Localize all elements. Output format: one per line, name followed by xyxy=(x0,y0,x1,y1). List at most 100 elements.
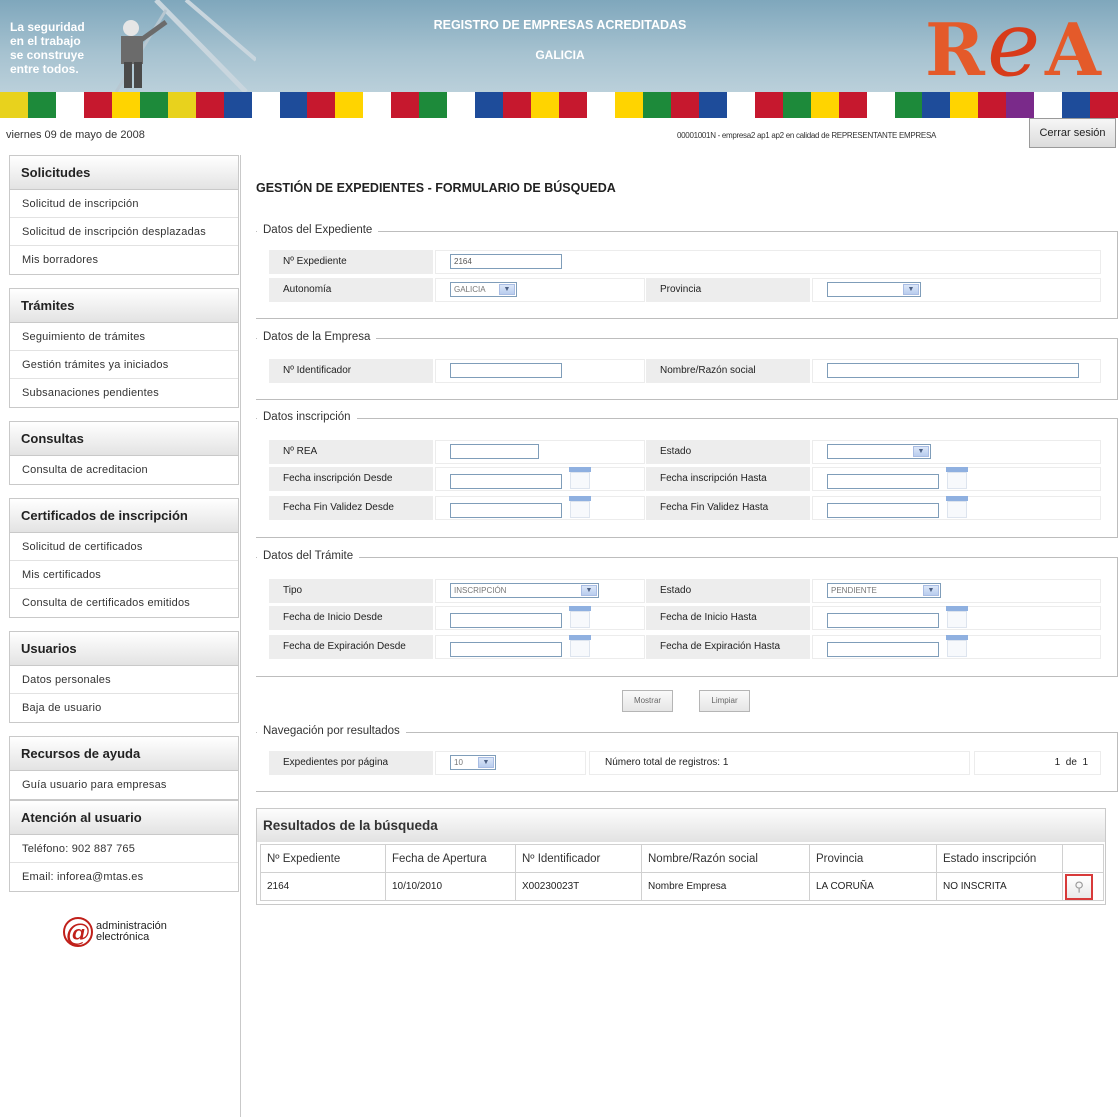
field-label: Fecha de Expiración Desde xyxy=(269,635,433,659)
field-label: Provincia xyxy=(646,278,810,302)
rea-number-input[interactable] xyxy=(450,444,539,459)
select-value: PENDIENTE xyxy=(831,586,877,595)
sidebar-item-consulta-certificados[interactable]: Consulta de certificados emitidos xyxy=(10,589,238,617)
flag-stripe xyxy=(139,92,168,118)
sidebar-item-gestion-tramites[interactable]: Gestión trámites ya iniciados xyxy=(10,351,238,379)
calendar-icon[interactable] xyxy=(569,606,591,628)
menu-header: Recursos de ayuda xyxy=(10,737,238,771)
cell-razon-social: Nombre Empresa xyxy=(641,872,810,901)
cell-identificador: X00230023T xyxy=(515,872,642,901)
menu-header: Consultas xyxy=(10,422,238,456)
chevron-down-icon: ▼ xyxy=(913,446,929,457)
fecha-inicio-hasta-input[interactable] xyxy=(827,613,939,628)
user-info: 00001001N - empresa2 ap1 ap2 en calidad … xyxy=(677,131,937,140)
calendar-icon[interactable] xyxy=(946,467,968,489)
sidebar-item-consulta-acreditacion[interactable]: Consulta de acreditacion xyxy=(10,456,238,484)
cell-expediente: 2164 xyxy=(260,872,386,901)
field-label: Fecha de Inicio Desde xyxy=(269,606,433,630)
identificador-input[interactable] xyxy=(450,363,562,378)
flag-stripe xyxy=(950,92,979,118)
fecha-validez-desde-input[interactable] xyxy=(450,503,562,518)
flag-stripe xyxy=(838,92,867,118)
sidebar-item-guia-usuario[interactable]: Guía usuario para empresas xyxy=(10,771,238,799)
sidebar-item-subsanaciones[interactable]: Subsanaciones pendientes xyxy=(10,379,238,407)
field-label: Estado xyxy=(646,579,810,603)
form-row: Fecha de Expiración Desde Fecha de Expir… xyxy=(269,635,1101,661)
razon-social-input[interactable] xyxy=(827,363,1079,378)
form-row: Expedientes por página 10 ▼ Número total … xyxy=(269,751,1101,777)
calendar-icon[interactable] xyxy=(569,496,591,518)
flag-stripe xyxy=(223,92,252,118)
autonomia-select[interactable]: GALICIA ▼ xyxy=(450,282,517,297)
sidebar-item-solicitud-desplazadas[interactable]: Solicitud de inscripción desplazadas xyxy=(10,218,238,246)
chevron-down-icon: ▼ xyxy=(499,284,515,295)
menu-solicitudes: Solicitudes Solicitud de inscripción Sol… xyxy=(9,155,239,275)
menu-header: Atención al usuario xyxy=(10,801,238,835)
per-page-select[interactable]: 10 ▼ xyxy=(450,755,496,770)
sidebar-item-datos-personales[interactable]: Datos personales xyxy=(10,666,238,694)
fecha-expiracion-hasta-input[interactable] xyxy=(827,642,939,657)
tipo-tramite-select[interactable]: INSCRIPCIÓN ▼ xyxy=(450,583,599,598)
field-label: Estado xyxy=(646,440,810,464)
menu-recursos-ayuda: Recursos de ayuda Guía usuario para empr… xyxy=(9,736,239,800)
results-panel: Resultados de la búsqueda Nº Expediente … xyxy=(256,808,1106,905)
menu-header: Usuarios xyxy=(10,632,238,666)
slogan-line: se construye xyxy=(10,48,85,62)
menu-header: Trámites xyxy=(10,289,238,323)
flag-stripe xyxy=(83,92,112,118)
calendar-icon[interactable] xyxy=(946,606,968,628)
select-value: GALICIA xyxy=(454,285,486,294)
limpiar-button[interactable]: Limpiar xyxy=(699,690,750,712)
form-row: Nº Identificador Nombre/Razón social xyxy=(269,359,1101,385)
fecha-validez-hasta-input[interactable] xyxy=(827,503,939,518)
magnifier-icon[interactable]: ⚲ xyxy=(1065,873,1093,900)
flag-stripe xyxy=(279,92,308,118)
provincia-select[interactable]: ▼ xyxy=(827,282,921,297)
calendar-icon[interactable] xyxy=(569,635,591,657)
fecha-expiracion-desde-input[interactable] xyxy=(450,642,562,657)
at-sign-icon: @ xyxy=(63,917,93,947)
fecha-inicio-desde-input[interactable] xyxy=(450,613,562,628)
logout-button[interactable]: Cerrar sesión xyxy=(1029,118,1116,148)
flag-stripe xyxy=(587,92,615,118)
fecha-inscripcion-desde-input[interactable] xyxy=(450,474,562,489)
flag-stripe xyxy=(642,92,671,118)
form-row: Nº REA Estado ▼ xyxy=(269,440,1101,466)
contact-email[interactable]: Email: inforea@mtas.es xyxy=(10,863,238,891)
expediente-number-input[interactable]: 2164 xyxy=(450,254,562,269)
calendar-icon[interactable] xyxy=(569,467,591,489)
administracion-electronica-logo[interactable]: @ administración electrónica xyxy=(63,917,240,947)
cell-provincia: LA CORUÑA xyxy=(809,872,937,901)
estado-inscripcion-select[interactable]: ▼ xyxy=(827,444,931,459)
sidebar-item-mis-borradores[interactable]: Mis borradores xyxy=(10,246,238,274)
menu-header: Solicitudes xyxy=(10,156,238,190)
field-label: Fecha inscripción Hasta xyxy=(646,467,810,491)
flag-stripe xyxy=(419,92,448,118)
column-header: Estado inscripción xyxy=(936,844,1063,873)
field-label: Nº REA xyxy=(269,440,433,464)
sidebar-item-solicitud-certificados[interactable]: Solicitud de certificados xyxy=(10,533,238,561)
flag-stripe xyxy=(335,92,364,118)
sidebar-item-mis-certificados[interactable]: Mis certificados xyxy=(10,561,238,589)
estado-tramite-select[interactable]: PENDIENTE ▼ xyxy=(827,583,941,598)
calendar-icon[interactable] xyxy=(946,496,968,518)
section-legend: Datos inscripción xyxy=(257,411,357,423)
inscripcion-section: Datos inscripción Nº REA Estado ▼ Fecha … xyxy=(256,411,1118,538)
sidebar-item-baja-usuario[interactable]: Baja de usuario xyxy=(10,694,238,722)
menu-header: Certificados de inscripción xyxy=(10,499,238,533)
field-label: Expedientes por página xyxy=(269,751,433,775)
field-label: Fecha Fin Validez Hasta xyxy=(646,496,810,520)
flag-stripe xyxy=(55,92,84,118)
flag-stripe xyxy=(0,92,28,118)
slogan-line: en el trabajo xyxy=(10,34,81,48)
calendar-icon[interactable] xyxy=(946,635,968,657)
mostrar-button[interactable]: Mostrar xyxy=(622,690,673,712)
fecha-inscripcion-hasta-input[interactable] xyxy=(827,474,939,489)
svg-text:e: e xyxy=(987,5,1040,85)
sidebar-item-seguimiento[interactable]: Seguimiento de trámites xyxy=(10,323,238,351)
flag-stripe xyxy=(698,92,727,118)
slogan: La seguridad en el trabajo se construye … xyxy=(10,20,85,76)
flag-stripe xyxy=(726,92,755,118)
slogan-line: La seguridad xyxy=(10,20,85,34)
sidebar-item-solicitud-inscripcion[interactable]: Solicitud de inscripción xyxy=(10,190,238,218)
